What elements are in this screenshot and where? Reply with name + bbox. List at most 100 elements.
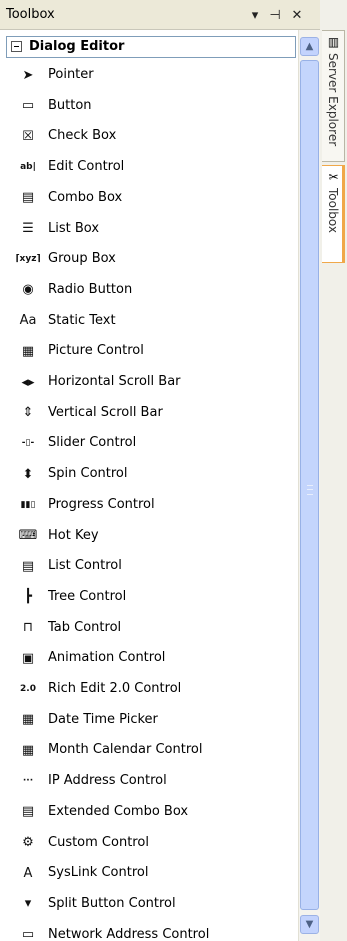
toolbox-item-label: List Box — [48, 220, 100, 236]
rich-edit-icon: 2.0 — [20, 684, 36, 694]
toolbox-item[interactable]: ⇕ Vertical Scroll Bar — [0, 398, 296, 428]
toolbox-item[interactable]: -▯- Slider Control — [0, 428, 296, 458]
toolbox-item[interactable]: ⌈xyz⌉ Group Box — [0, 244, 296, 274]
month-calendar-icon: ▦ — [21, 742, 35, 758]
list-box-icon: ☰ — [22, 221, 34, 236]
auto-hide-pin-icon[interactable]: ⊣ — [266, 6, 284, 24]
checkbox-icon: ☒ — [22, 128, 34, 144]
toolbox-item-label: Vertical Scroll Bar — [48, 404, 163, 420]
toolbox-item[interactable]: ◂▸ Horizontal Scroll Bar — [0, 367, 296, 397]
toolbox-item[interactable]: ▦ Month Calendar Control — [0, 735, 296, 765]
toolbox-item-label: Pointer — [48, 67, 94, 82]
toolbox-item-label: Network Address Control — [48, 926, 210, 941]
toolbox-item-label: Custom Control — [48, 834, 149, 850]
toolbox-item[interactable]: ☒ Check Box — [0, 121, 296, 151]
toolbox-item-label: Group Box — [48, 251, 116, 267]
group-box-icon: ⌈xyz⌉ — [15, 254, 41, 265]
scroll-thumb[interactable] — [300, 60, 319, 910]
toolbox-item[interactable]: ⌨ Hot Key — [0, 521, 296, 551]
toolbox-item-label: Spin Control — [48, 466, 128, 482]
toolbox-item[interactable]: ▮▮▯ Progress Control — [0, 490, 296, 520]
toolbox-item[interactable]: ▭ Network Address Control — [0, 920, 296, 941]
toolbox-item-label: Tab Control — [48, 619, 122, 635]
toolbox-item-label: Extended Combo Box — [48, 803, 189, 819]
toolbox-title: Toolbox — [6, 7, 55, 22]
toolbox-icon: ✂ — [328, 169, 339, 184]
toolbox-item[interactable]: ▦ Date Time Picker — [0, 705, 296, 735]
syslink-control-icon: A — [23, 865, 33, 881]
pointer-icon: ➤ — [22, 67, 34, 83]
hot-key-icon: ⌨ — [18, 528, 38, 543]
network-address-control-icon: ▭ — [21, 927, 35, 941]
toolbox-item[interactable]: ▤ Extended Combo Box — [0, 797, 296, 827]
scroll-down-button[interactable]: ▼ — [300, 915, 319, 934]
toolbox-item-label: SysLink Control — [48, 865, 149, 881]
edit-control-icon: ab| — [20, 162, 36, 173]
toolbox-item-list: Dialog Editor ➤ Pointer ▭ Button ☒ Check Box a… — [0, 30, 298, 941]
date-time-picker-icon: ▦ — [21, 712, 35, 728]
toolbox-item-label: Animation Control — [48, 650, 166, 666]
toolbox-item-label: Combo Box — [48, 189, 123, 205]
toolbox-item-label: Edit Control — [48, 159, 125, 175]
toolbox-item-label: Horizontal Scroll Bar — [48, 374, 181, 389]
toolbox-item[interactable]: Aa Static Text — [0, 306, 296, 336]
group-label: Dialog Editor — [29, 39, 125, 54]
toolbox-item-label: Split Button Control — [48, 895, 176, 911]
toolbox-item-label: Static Text — [48, 312, 116, 328]
toolbox-item[interactable]: ▭ Button — [0, 91, 296, 121]
spin-control-icon: ⬍ — [22, 466, 34, 482]
close-icon[interactable]: ✕ — [288, 6, 306, 24]
toolbox-item[interactable]: ┣ Tree Control — [0, 582, 296, 612]
vertical-scroll-bar-icon: ⇕ — [22, 405, 34, 421]
toolbox-item-label: Button — [48, 97, 92, 113]
toolbox-item-label: Radio Button — [48, 281, 133, 297]
horizontal-scroll-bar-icon: ◂▸ — [21, 374, 35, 390]
toolbox-item[interactable]: ➤ Pointer — [0, 60, 296, 90]
static-text-icon: Aa — [19, 313, 37, 329]
toolbox-item[interactable]: ⚙ Custom Control — [0, 828, 296, 858]
toolbox-item[interactable]: 2.0 Rich Edit 2.0 Control — [0, 674, 296, 704]
tab-server-explorer[interactable]: ▥ Server Explorer — [322, 30, 345, 162]
list-control-icon: ▤ — [21, 558, 35, 574]
right-dock-tabs: ▥ Server Explorer ✂ Toolbox — [320, 0, 347, 941]
custom-control-icon: ⚙ — [22, 835, 34, 850]
toolbox-item-label: Month Calendar Control — [48, 742, 203, 758]
radio-button-icon: ◉ — [22, 282, 34, 298]
tab-control-icon: ⊓ — [22, 620, 34, 636]
toolbox-item-label: Slider Control — [48, 435, 137, 451]
toolbox-item[interactable]: ▤ List Control — [0, 551, 296, 581]
toolbox-item[interactable]: ◉ Radio Button — [0, 275, 296, 305]
vertical-scrollbar[interactable]: ▲ ▼ — [298, 30, 320, 941]
toolbox-item-label: List Control — [48, 558, 122, 574]
toolbox-item-label: Rich Edit 2.0 Control — [48, 681, 182, 696]
toolbox-item[interactable]: ··· IP Address Control — [0, 766, 296, 796]
toolbox-item-label: Progress Control — [48, 496, 155, 512]
toolbox-title-bar: Toolbox ▾ ⊣ ✕ — [0, 0, 320, 30]
tree-control-icon: ┣ — [24, 589, 32, 605]
toolbox-item[interactable]: A SysLink Control — [0, 858, 296, 888]
toolbox-item[interactable]: ⬍ Spin Control — [0, 459, 296, 489]
collapse-icon[interactable] — [11, 41, 22, 52]
toolbox-item[interactable]: ab| Edit Control — [0, 152, 296, 182]
toolbox-item[interactable]: ⊓ Tab Control — [0, 613, 296, 643]
toolbox-item[interactable]: ▦ Picture Control — [0, 336, 296, 366]
slider-control-icon: -▯- — [21, 438, 35, 449]
toolbox-item[interactable]: ▣ Animation Control — [0, 643, 296, 673]
server-explorer-icon: ▥ — [327, 34, 340, 49]
picture-control-icon: ▦ — [21, 343, 35, 359]
toolbox-item-label: Hot Key — [48, 527, 99, 543]
toolbox-item[interactable]: ▤ Combo Box — [0, 183, 296, 213]
scroll-up-button[interactable]: ▲ — [300, 37, 319, 56]
toolbox-item[interactable]: ☰ List Box — [0, 214, 296, 244]
toolbox-item-label: Picture Control — [48, 343, 144, 359]
ip-address-icon: ··· — [22, 776, 34, 787]
toolbox-item-label: Date Time Picker — [48, 711, 158, 727]
toolbox-item[interactable]: ▾ Split Button Control — [0, 889, 296, 919]
scroll-grip-icon — [307, 485, 313, 495]
button-icon: ▭ — [21, 98, 35, 114]
dialog-editor-group-header[interactable]: Dialog Editor — [6, 36, 296, 58]
tab-toolbox[interactable]: ✂ Toolbox — [322, 165, 345, 263]
tab-label: Server Explorer — [326, 53, 340, 147]
tab-label: Toolbox — [326, 188, 340, 233]
window-position-dropdown-icon[interactable]: ▾ — [246, 6, 264, 24]
